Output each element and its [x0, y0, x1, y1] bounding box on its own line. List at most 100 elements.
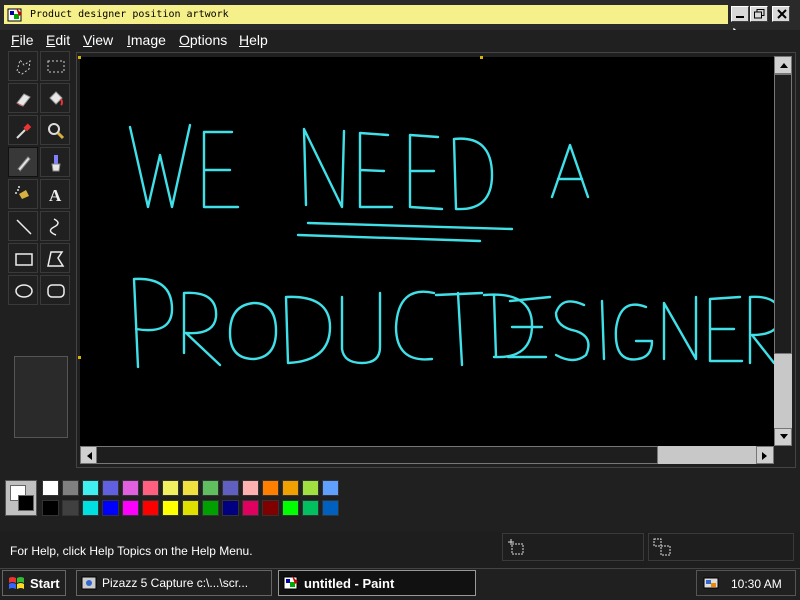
tool-fill[interactable]	[40, 83, 70, 113]
text-icon: A	[49, 186, 62, 205]
tool-color-picker[interactable]	[8, 115, 38, 145]
tool-line[interactable]	[8, 211, 38, 241]
arrow-down-icon	[780, 434, 788, 439]
paint-app-icon	[283, 576, 298, 590]
menu-file[interactable]: File	[11, 32, 34, 48]
tool-ellipse[interactable]	[8, 275, 38, 305]
color-swatch[interactable]	[282, 500, 299, 516]
polygon-icon	[47, 251, 65, 267]
status-size-pane	[648, 533, 794, 561]
tool-airbrush[interactable]	[8, 179, 38, 209]
vertical-scrollbar[interactable]	[774, 56, 792, 446]
color-swatch[interactable]	[42, 500, 59, 516]
taskbar-item-paint[interactable]: untitled - Paint	[278, 570, 476, 596]
current-colors[interactable]	[5, 480, 37, 516]
curve-icon	[49, 218, 59, 236]
color-swatch[interactable]	[102, 500, 119, 516]
line-icon	[16, 219, 32, 235]
rectangle-icon	[15, 253, 33, 266]
start-label: Start	[30, 576, 60, 591]
close-button[interactable]	[772, 6, 790, 22]
color-swatch[interactable]	[82, 480, 99, 496]
color-swatch[interactable]	[122, 500, 139, 516]
menu-image[interactable]: Image	[127, 32, 166, 48]
tool-brush[interactable]	[40, 147, 70, 177]
color-swatch[interactable]	[122, 480, 139, 496]
rounded-rect-icon	[47, 284, 65, 298]
resize-handle[interactable]	[78, 356, 81, 359]
tool-text[interactable]: A	[40, 179, 70, 209]
color-swatch[interactable]	[142, 480, 159, 496]
resize-handle[interactable]	[480, 56, 483, 59]
background-color[interactable]	[18, 495, 34, 511]
color-swatch[interactable]	[322, 500, 339, 516]
tool-rect-select[interactable]	[40, 51, 70, 81]
start-button[interactable]: Start	[2, 570, 66, 596]
color-swatch[interactable]	[102, 480, 119, 496]
color-swatch[interactable]	[302, 500, 319, 516]
ellipse-icon	[15, 284, 33, 298]
drawing-canvas[interactable]	[80, 57, 782, 446]
color-swatch[interactable]	[162, 500, 179, 516]
tool-free-select[interactable]	[8, 51, 38, 81]
tool-pencil[interactable]	[8, 147, 38, 177]
arrow-left-icon	[87, 452, 92, 460]
eraser-icon	[16, 93, 31, 107]
color-swatch[interactable]	[62, 480, 79, 496]
rect-select-icon	[47, 60, 65, 73]
tool-rectangle[interactable]	[8, 243, 38, 273]
color-swatch[interactable]	[182, 480, 199, 496]
color-swatch[interactable]	[262, 500, 279, 516]
color-swatch[interactable]	[202, 500, 219, 516]
maximize-button[interactable]	[750, 6, 768, 22]
tool-eraser[interactable]	[8, 83, 38, 113]
menu-view[interactable]: View	[83, 32, 113, 48]
toolbox: A	[4, 51, 72, 463]
fill-bucket-icon	[49, 91, 63, 106]
minimize-icon	[736, 16, 744, 18]
title-bar[interactable]: Product designer position artwork	[0, 0, 800, 49]
menu-options[interactable]: Options	[179, 32, 227, 48]
paint-app-icon	[7, 8, 22, 22]
clock[interactable]: 10:30 AM	[731, 577, 782, 591]
color-swatch[interactable]	[222, 480, 239, 496]
windows-logo-icon	[9, 577, 24, 589]
system-tray: 10:30 AM	[696, 570, 796, 596]
tool-curve[interactable]	[40, 211, 70, 241]
horizontal-scroll-thumb[interactable]	[96, 446, 658, 464]
color-swatch[interactable]	[242, 480, 259, 496]
color-swatch[interactable]	[62, 500, 79, 516]
tool-magnifier[interactable]	[40, 115, 70, 145]
color-swatch[interactable]	[162, 480, 179, 496]
color-swatch[interactable]	[282, 480, 299, 496]
minimize-button[interactable]	[731, 6, 749, 22]
scroll-down-button[interactable]	[774, 428, 792, 446]
color-swatch[interactable]	[82, 500, 99, 516]
free-select-icon	[16, 58, 31, 75]
color-swatch[interactable]	[182, 500, 199, 516]
arrow-up-icon	[780, 63, 788, 68]
color-swatch[interactable]	[222, 500, 239, 516]
color-swatch[interactable]	[262, 480, 279, 496]
color-swatch[interactable]	[302, 480, 319, 496]
taskbar-item-label: untitled - Paint	[304, 576, 395, 591]
scroll-right-button[interactable]	[756, 446, 774, 464]
tool-polygon[interactable]	[40, 243, 70, 273]
color-swatch[interactable]	[242, 500, 259, 516]
tray-app-icon[interactable]	[703, 575, 721, 591]
color-swatch[interactable]	[142, 500, 159, 516]
vertical-scroll-thumb[interactable]	[774, 74, 792, 354]
taskbar-item-pizazz[interactable]: Pizazz 5 Capture c:\...\scr...	[76, 570, 272, 596]
svg-text:A: A	[49, 186, 62, 205]
horizontal-scrollbar[interactable]	[80, 446, 774, 464]
color-swatch[interactable]	[202, 480, 219, 496]
tool-rounded-rect[interactable]	[40, 275, 70, 305]
color-swatch[interactable]	[42, 480, 59, 496]
resize-handle[interactable]	[78, 56, 81, 59]
color-swatch[interactable]	[322, 480, 339, 496]
arrow-right-icon	[762, 452, 767, 460]
tool-options-box[interactable]	[14, 356, 68, 438]
menu-help[interactable]: Help	[239, 32, 268, 48]
menu-edit[interactable]: Edit	[46, 32, 70, 48]
scroll-up-button[interactable]	[774, 56, 792, 74]
